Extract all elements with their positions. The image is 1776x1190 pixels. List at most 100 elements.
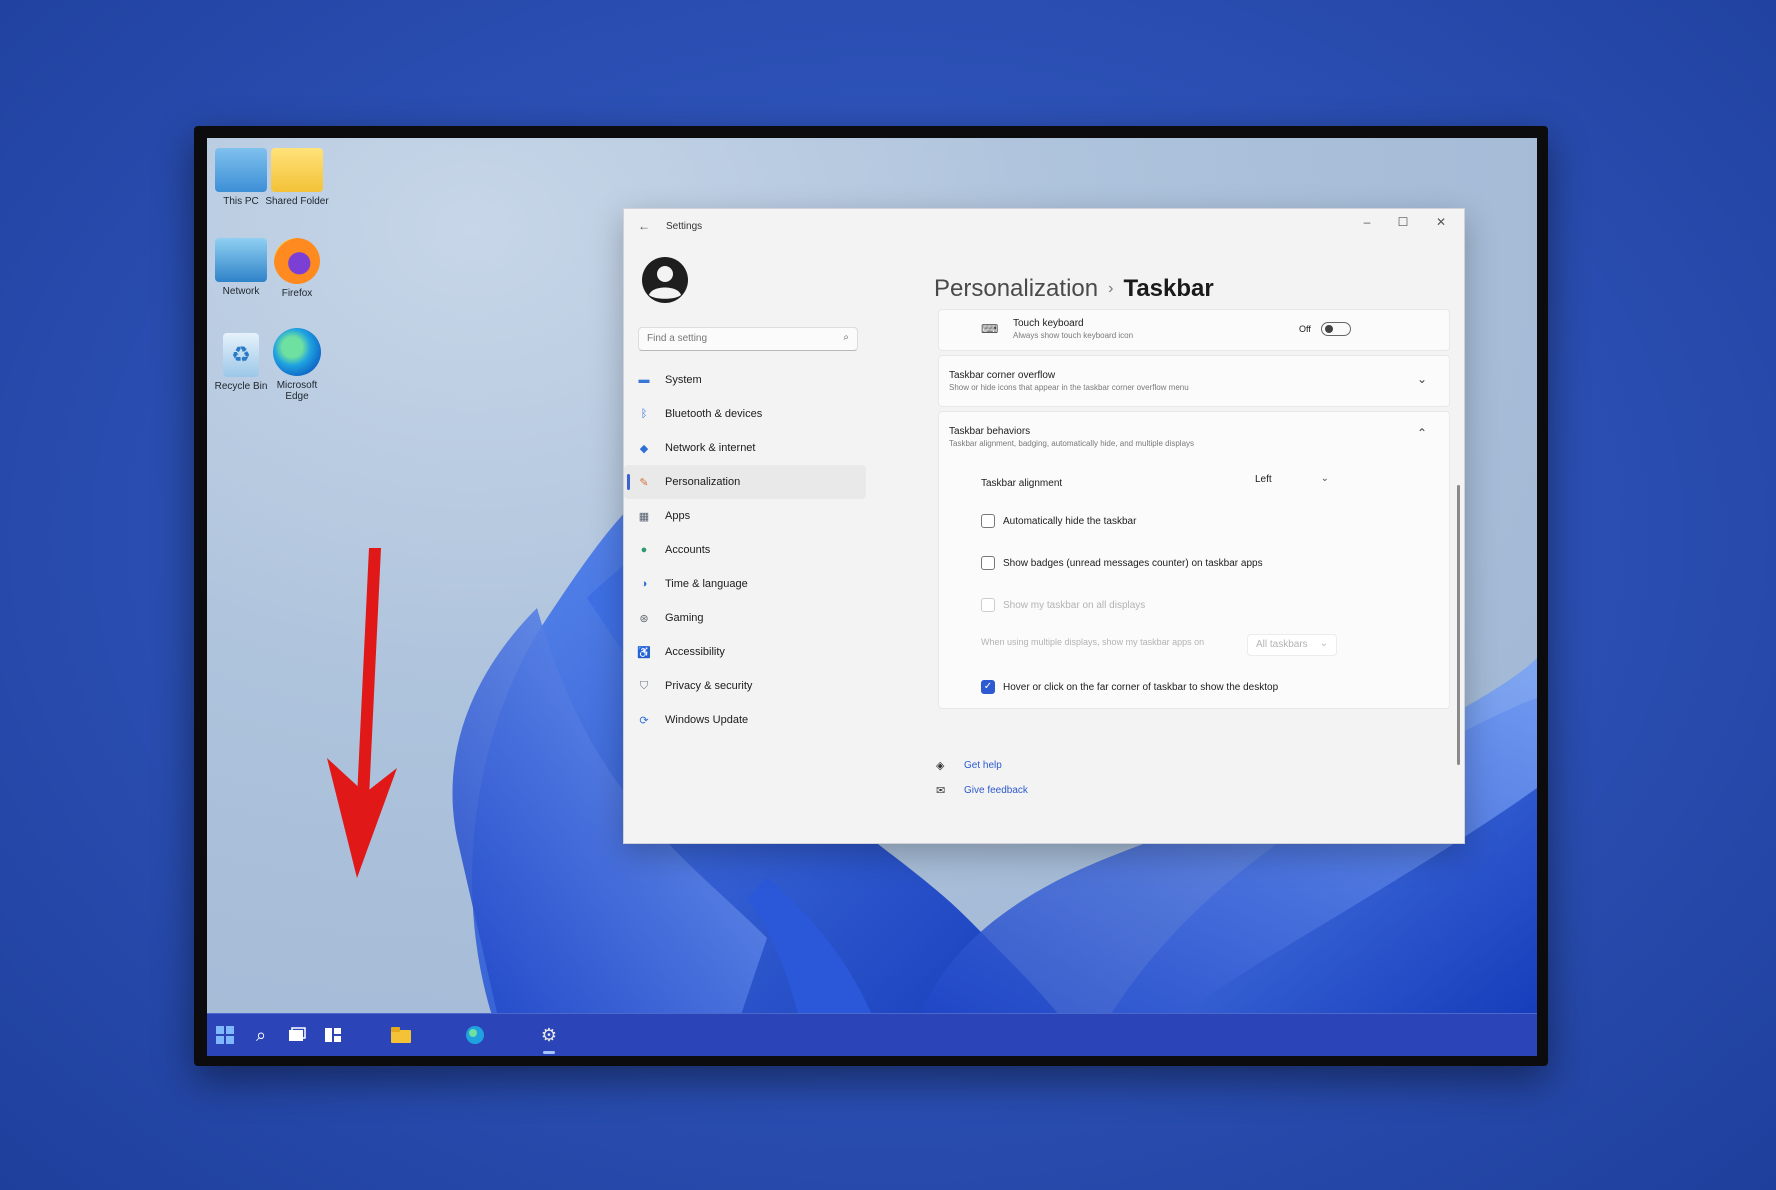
sidebar-item-system[interactable]: ▬ System <box>624 363 874 397</box>
sidebar-item-label: Bluetooth & devices <box>665 408 763 420</box>
sidebar-item-label: System <box>665 374 702 386</box>
badges-label: Show badges (unread messages counter) on… <box>1003 558 1263 569</box>
give-feedback-link[interactable]: ✉ Give feedback <box>936 778 1028 803</box>
desktop-icon-label: Recycle Bin <box>214 381 268 392</box>
desktop-screen: This PC Shared Folder Network Firefox ♻ … <box>207 138 1537 1056</box>
window-title: Settings <box>666 221 703 232</box>
brush-icon: ✎ <box>639 476 649 489</box>
desktop-icon-recycle-bin[interactable]: ♻ Recycle Bin <box>209 333 273 392</box>
edge-icon <box>273 328 321 376</box>
update-icon: ⟳ <box>639 714 649 727</box>
file-explorer-icon[interactable] <box>389 1023 413 1047</box>
monitor-frame: This PC Shared Folder Network Firefox ♻ … <box>194 126 1548 1066</box>
settings-gear-icon[interactable]: ⚙ <box>537 1023 561 1047</box>
all-displays-label: Show my taskbar on all displays <box>1003 600 1146 611</box>
show-desktop-checkbox[interactable]: ✓ <box>981 680 995 694</box>
monitor-icon <box>215 148 267 192</box>
apps-icon: ▦ <box>638 510 650 523</box>
help-icon: ◈ <box>936 760 945 772</box>
desktop-icon-this-pc[interactable]: This PC <box>209 148 273 207</box>
sidebar-item-apps[interactable]: ▦ Apps <box>624 499 874 533</box>
folder-icon <box>271 148 323 192</box>
chevron-up-icon[interactable]: ⌃ <box>1417 426 1427 440</box>
wifi-icon: ◆ <box>639 442 649 455</box>
sidebar-item-gaming[interactable]: ⊛ Gaming <box>624 601 874 635</box>
close-button[interactable]: ✕ <box>1426 215 1456 229</box>
sidebar-item-windows-update[interactable]: ⟳ Windows Update <box>624 703 874 737</box>
avatar[interactable] <box>640 255 690 305</box>
settings-content: ⌨ Touch keyboard Always show touch keybo… <box>938 309 1450 713</box>
feedback-icon: ✉ <box>936 785 946 797</box>
network-icon <box>215 238 267 282</box>
sidebar-item-accessibility[interactable]: ♿ Accessibility <box>624 635 874 669</box>
gaming-icon: ⊛ <box>639 612 649 625</box>
touch-keyboard-toggle[interactable] <box>1321 322 1351 336</box>
auto-hide-checkbox[interactable] <box>981 514 995 528</box>
chevron-down-icon: ⌄ <box>1320 473 1329 484</box>
keyboard-icon: ⌨ <box>981 322 999 336</box>
show-desktop-label: Hover or click on the far corner of task… <box>1003 682 1279 693</box>
sidebar-item-label: Accessibility <box>665 646 725 658</box>
sidebar-item-accounts[interactable]: ● Accounts <box>624 533 874 567</box>
start-button[interactable] <box>213 1023 237 1047</box>
taskbar-corner-overflow-row[interactable]: Taskbar corner overflow Show or hide ico… <box>938 355 1450 407</box>
sidebar-item-label: Privacy & security <box>665 680 753 692</box>
chevron-down-icon: ⌄ <box>1416 372 1427 386</box>
all-displays-checkbox <box>981 598 995 612</box>
breadcrumb: Personalization › Taskbar <box>934 275 1214 303</box>
shield-icon: ⛉ <box>639 679 649 692</box>
taskbar-behaviors-header[interactable]: Taskbar behaviors Taskbar alignment, bad… <box>949 426 1194 448</box>
alignment-dropdown[interactable]: Left ⌄ <box>1247 470 1337 492</box>
touch-keyboard-title: Touch keyboard <box>1013 318 1084 329</box>
sidebar-item-network[interactable]: ◆ Network & internet <box>624 431 874 465</box>
sidebar-item-personalization[interactable]: ✎ Personalization <box>624 465 866 499</box>
help-links: ◈ Get help ✉ Give feedback <box>936 753 1028 803</box>
red-arrow-icon <box>327 548 397 878</box>
title-bar: ← Settings – ☐ ✕ <box>624 209 1464 243</box>
taskbar: ⌕ ⚙ <box>207 1013 1537 1056</box>
maximize-button[interactable]: ☐ <box>1388 215 1418 229</box>
multi-display-value: All taskbars <box>1256 639 1308 650</box>
desktop-icon-shared-folder[interactable]: Shared Folder <box>265 148 329 207</box>
alignment-label: Taskbar alignment <box>981 478 1063 489</box>
settings-window: ← Settings – ☐ ✕ Find a setting ⌕ ▬ Syst… <box>623 208 1465 844</box>
chevron-down-icon: ⌄ <box>1319 638 1328 649</box>
touch-keyboard-row: ⌨ Touch keyboard Always show touch keybo… <box>938 309 1450 351</box>
get-help-link[interactable]: ◈ Get help <box>936 753 1028 778</box>
minimize-button[interactable]: – <box>1352 215 1382 229</box>
search-icon[interactable]: ⌕ <box>249 1023 273 1047</box>
accounts-icon: ● <box>640 544 648 556</box>
scrollbar[interactable] <box>1457 309 1460 829</box>
search-input[interactable]: Find a setting ⌕ <box>638 327 858 351</box>
recycle-bin-icon: ♻ <box>223 333 259 377</box>
search-placeholder: Find a setting <box>647 333 708 344</box>
sidebar-item-privacy[interactable]: ⛉ Privacy & security <box>624 669 874 703</box>
desktop-icon-edge[interactable]: Microsoft Edge <box>265 328 329 402</box>
sidebar-item-time-language[interactable]: ◑ Time & language <box>624 567 874 601</box>
globe-icon: ◑ <box>640 578 648 590</box>
breadcrumb-separator: › <box>1108 280 1114 297</box>
behaviors-subtitle: Taskbar alignment, badging, automaticall… <box>949 439 1195 448</box>
corner-overflow-subtitle: Show or hide icons that appear in the ta… <box>949 383 1189 392</box>
badges-checkbox[interactable] <box>981 556 995 570</box>
sidebar-item-label: Gaming <box>665 612 704 624</box>
scrollbar-thumb[interactable] <box>1457 485 1460 765</box>
task-view-icon[interactable] <box>285 1023 309 1047</box>
sidebar-item-bluetooth[interactable]: ᛒ Bluetooth & devices <box>624 397 874 431</box>
search-icon: ⌕ <box>843 332 849 343</box>
desktop-icon-label: Network <box>222 286 260 297</box>
accessibility-icon: ♿ <box>637 646 651 659</box>
desktop-icon-firefox[interactable]: Firefox <box>265 238 329 299</box>
firefox-icon <box>274 238 320 284</box>
widgets-icon[interactable] <box>321 1023 345 1047</box>
edge-icon[interactable] <box>463 1023 487 1047</box>
give-feedback-label: Give feedback <box>964 785 1028 796</box>
breadcrumb-parent[interactable]: Personalization <box>934 275 1098 302</box>
back-arrow-icon[interactable]: ← <box>638 219 650 233</box>
desktop-icon-label: Microsoft Edge <box>276 380 318 402</box>
touch-keyboard-subtitle: Always show touch keyboard icon <box>1013 331 1134 340</box>
desktop-icon-label: This PC <box>223 196 259 207</box>
corner-overflow-title: Taskbar corner overflow <box>949 370 1056 381</box>
desktop-icon-network[interactable]: Network <box>209 238 273 297</box>
sidebar-item-label: Apps <box>665 510 691 522</box>
